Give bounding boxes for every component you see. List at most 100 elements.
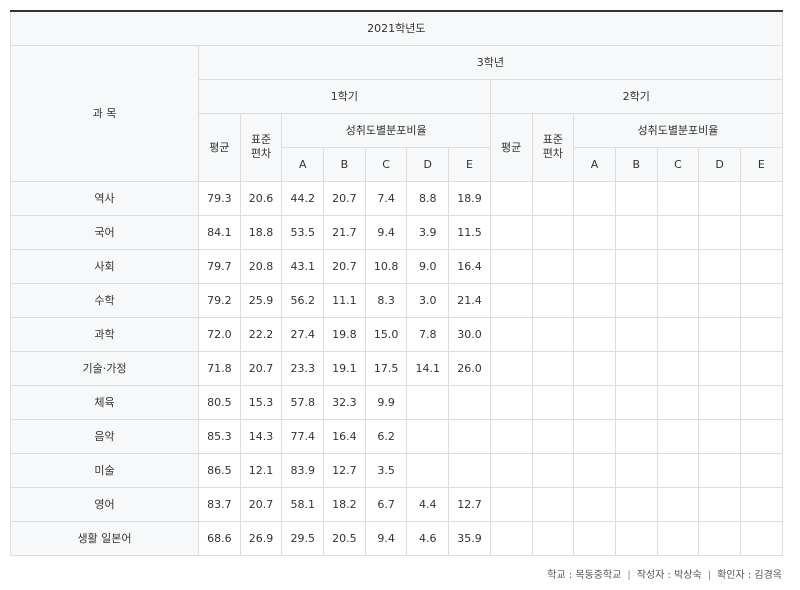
footer-writer: 작성자 : 박상숙 (636, 570, 702, 581)
s1-dist-header: 성취도별분포비율 (281, 112, 491, 148)
s1-grade-a-cell: 27.4 (281, 316, 325, 352)
s2-grade-a-cell (573, 452, 616, 488)
s2-std-cell (531, 282, 575, 318)
s1-grade-c-cell: 7.4 (364, 180, 408, 216)
s1-grade-d-cell: 3.9 (406, 214, 450, 250)
table-row: 국어 84.1 18.8 53.5 21.7 9.4 3.9 11.5 (10, 214, 783, 250)
s1-grade-a-cell: 29.5 (281, 520, 325, 556)
s1-grade-c-cell: 8.3 (364, 282, 408, 318)
s2-avg-cell (489, 180, 533, 216)
s2-grade-a-cell (573, 350, 616, 386)
footer-checker: 확인자 : 김경옥 (717, 570, 782, 581)
s1-grade-d-cell: 4.6 (406, 520, 450, 556)
s1-std-cell: 14.3 (239, 418, 283, 454)
s1-std-cell: 22.2 (239, 316, 283, 352)
s1-avg-cell: 84.1 (198, 214, 241, 250)
s1-grade-e: E (448, 146, 491, 182)
s2-std-header: 표준 편차 (531, 112, 575, 182)
s1-std-cell: 20.7 (239, 486, 283, 522)
s1-std-header: 표준 편차 (239, 112, 283, 182)
s2-grade-d-cell (698, 418, 741, 454)
s1-grade-e-cell: 11.5 (448, 214, 491, 250)
semester-2-header: 2학기 (489, 78, 783, 114)
s2-grade-c-cell (656, 282, 700, 318)
s1-grade-a-cell: 57.8 (281, 384, 325, 420)
footer-separator: | (627, 570, 631, 581)
s1-grade-c-cell: 6.7 (364, 486, 408, 522)
s1-grade-e-cell: 18.9 (448, 180, 491, 216)
s1-std-cell: 12.1 (239, 452, 283, 488)
s1-grade-c-cell: 17.5 (364, 350, 408, 386)
s2-grade-e-cell (739, 384, 783, 420)
table-row: 기술·가정 71.8 20.7 23.3 19.1 17.5 14.1 26.0 (10, 350, 783, 386)
s1-grade-a-cell: 77.4 (281, 418, 325, 454)
s2-avg-cell (489, 316, 533, 352)
s2-avg-cell (489, 214, 533, 250)
s1-grade-a-cell: 43.1 (281, 248, 325, 284)
s2-std-line2: 편차 (542, 147, 563, 160)
s1-std-cell: 18.8 (239, 214, 283, 250)
s2-grade-e-cell (739, 486, 783, 522)
s1-grade-d-cell: 4.4 (406, 486, 450, 522)
s1-avg-cell: 85.3 (198, 418, 241, 454)
s1-grade-d-cell (406, 384, 450, 420)
s1-grade-e-cell: 21.4 (448, 282, 491, 318)
subject-cell: 국어 (10, 214, 199, 250)
s2-grade-e-cell (739, 214, 783, 250)
s2-avg-cell (489, 282, 533, 318)
s1-grade-b: B (323, 146, 366, 182)
s1-grade-a-cell: 53.5 (281, 214, 325, 250)
s2-grade-a-cell (573, 384, 616, 420)
subject-cell: 역사 (10, 180, 199, 216)
s1-std-cell: 26.9 (239, 520, 283, 556)
s1-grade-b-cell: 20.5 (323, 520, 366, 556)
subject-cell: 수학 (10, 282, 199, 318)
s2-std-cell (531, 418, 575, 454)
s2-grade-c-cell (656, 520, 700, 556)
s1-grade-e-cell (448, 452, 491, 488)
s2-grade-d-cell (698, 452, 741, 488)
subject-cell: 미술 (10, 452, 199, 488)
table-row: 음악 85.3 14.3 77.4 16.4 6.2 (10, 418, 783, 454)
s2-grade-b-cell (614, 214, 658, 250)
footer-separator: | (707, 570, 712, 581)
s2-avg-cell (489, 418, 533, 454)
s2-grade-c-cell (656, 214, 700, 250)
s2-grade-e-cell (739, 282, 783, 318)
subject-cell: 생활 일본어 (10, 520, 199, 556)
s1-grade-c-cell: 15.0 (364, 316, 408, 352)
s2-grade-b-cell (614, 418, 658, 454)
year-row: 2021학년도 (10, 10, 783, 46)
s1-grade-e-cell: 12.7 (448, 486, 491, 522)
s1-avg-cell: 79.2 (198, 282, 241, 318)
s2-grade-e: E (739, 146, 783, 182)
s2-grade-e-cell (739, 180, 783, 216)
s2-avg-cell (489, 486, 533, 522)
s2-grade-a-cell (573, 486, 616, 522)
semester-1-header: 1학기 (198, 78, 491, 114)
s1-grade-c-cell: 9.9 (364, 384, 408, 420)
s2-grade-a-cell (573, 180, 616, 216)
s2-grade-a-cell (573, 214, 616, 250)
s2-grade-d-cell (698, 248, 741, 284)
subject-cell: 영어 (10, 486, 199, 522)
s2-std-cell (531, 350, 575, 386)
s1-grade-c-cell: 6.2 (364, 418, 408, 454)
s1-avg-cell: 79.7 (198, 248, 241, 284)
s2-grade-b: B (614, 146, 658, 182)
s2-grade-b-cell (614, 248, 658, 284)
subject-cell: 사회 (10, 248, 199, 284)
table-row: 영어 83.7 20.7 58.1 18.2 6.7 4.4 12.7 (10, 486, 783, 522)
s1-avg-cell: 79.3 (198, 180, 241, 216)
s2-grade-a-cell (573, 520, 616, 556)
s2-grade-c-cell (656, 384, 700, 420)
table-row: 체육 80.5 15.3 57.8 32.3 9.9 (10, 384, 783, 420)
s1-avg-header: 평균 (198, 112, 241, 182)
s1-grade-a-cell: 44.2 (281, 180, 325, 216)
table-row: 과학 72.0 22.2 27.4 19.8 15.0 7.8 30.0 (10, 316, 783, 352)
table-body: 역사 79.3 20.6 44.2 20.7 7.4 8.8 18.9 국어 84.1 18.8 53… (10, 180, 783, 556)
s1-grade-c-cell: 3.5 (364, 452, 408, 488)
report-container: 2021학년도 과 목 3학년 1학기 2학기 평균 표준 편차 성취도별분포비… (10, 10, 783, 581)
s1-grade-a: A (281, 146, 325, 182)
s2-std-cell (531, 520, 575, 556)
